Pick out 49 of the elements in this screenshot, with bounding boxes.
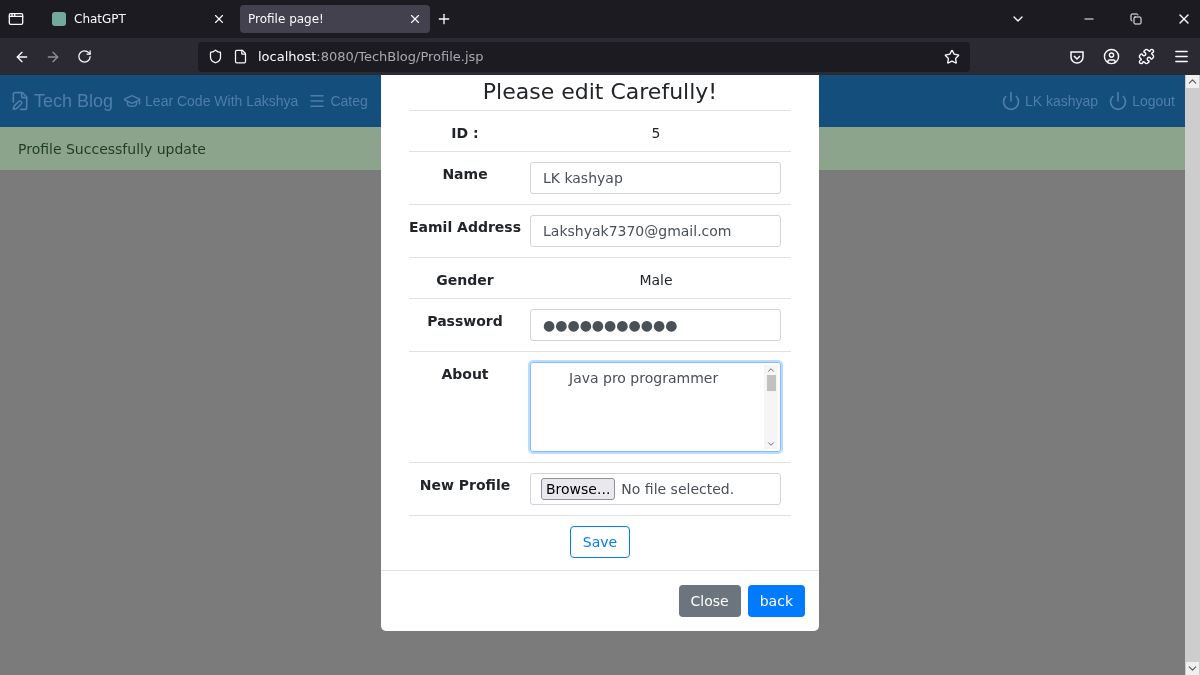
power-icon <box>1108 91 1129 111</box>
field-label: Eamil Address <box>409 218 521 235</box>
input-field[interactable]: Lakshyak7370@gmail.com <box>530 215 781 247</box>
menu-icon <box>308 92 327 110</box>
page-scrollbar[interactable] <box>1185 75 1200 675</box>
field-label: About <box>440 365 490 382</box>
field-value: Male <box>638 271 674 288</box>
pocket-icon[interactable] <box>1069 48 1085 65</box>
input-field[interactable]: LK kashyap <box>530 162 781 194</box>
close-icon[interactable] <box>212 12 226 26</box>
password-field[interactable]: ●●●●●●●●●●● <box>530 309 781 341</box>
file-field[interactable]: Browse... No file selected. <box>530 473 781 505</box>
new-tab-icon[interactable] <box>436 11 452 27</box>
field-value: 5 <box>650 124 662 141</box>
page-icon <box>233 49 248 64</box>
save-button[interactable]: Save <box>569 526 631 558</box>
tab-favicon-icon <box>52 12 66 26</box>
scroll-down-icon[interactable] <box>766 439 776 449</box>
url-text: localhost:8080/TechBlog/Profile.jsp <box>258 49 484 64</box>
scroll-up-icon[interactable] <box>766 365 776 375</box>
back-button[interactable]: back <box>747 585 805 617</box>
address-bar[interactable]: localhost:8080/TechBlog/Profile.jsp <box>198 41 970 72</box>
field-label: Password <box>426 312 504 329</box>
field-label: ID : <box>450 124 480 141</box>
account-icon[interactable] <box>1103 48 1120 65</box>
file-status: No file selected. <box>621 481 735 497</box>
bookmark-star-icon[interactable] <box>944 48 960 65</box>
reload-icon[interactable] <box>77 49 92 64</box>
field-label: Gender <box>435 271 495 288</box>
browser-tab[interactable]: ChatGPT <box>44 5 234 33</box>
restore-icon[interactable] <box>1130 13 1142 25</box>
graduation-cap-icon <box>123 92 142 110</box>
scrollbar-thumb[interactable] <box>766 375 776 391</box>
extensions-icon[interactable] <box>1138 48 1155 65</box>
close-icon[interactable] <box>408 12 422 26</box>
shield-icon[interactable] <box>208 49 223 64</box>
browser-tab[interactable]: Profile page! <box>240 5 430 33</box>
menu-icon[interactable] <box>1173 48 1190 65</box>
tab-list-icon[interactable] <box>8 11 24 27</box>
edit-note-icon <box>10 91 30 111</box>
tab-title: Profile page! <box>248 12 325 26</box>
textarea-scrollbar[interactable] <box>764 365 778 449</box>
field-label: New Profile <box>418 476 512 493</box>
power-icon <box>1001 91 1021 111</box>
modal-title: Please edit Carefully! <box>409 75 791 111</box>
close-button[interactable]: Close <box>678 585 741 617</box>
about-textarea[interactable]: Java pro programmer <box>530 362 781 452</box>
tab-title: ChatGPT <box>74 12 127 26</box>
browse-button[interactable]: Browse... <box>541 478 616 500</box>
